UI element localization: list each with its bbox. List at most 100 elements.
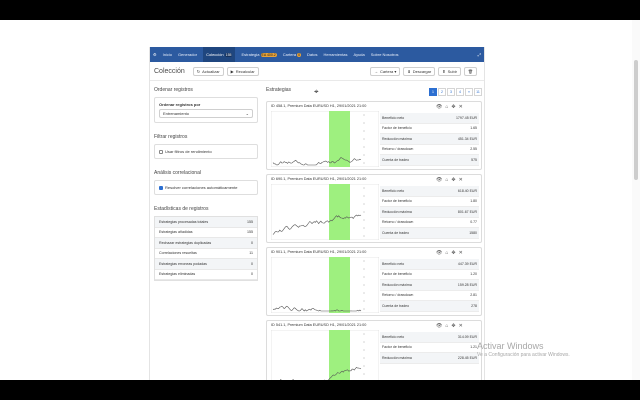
metric-row: Retorno / drawdown 2.81 <box>380 291 479 301</box>
download-icon: ⬇ <box>407 68 411 74</box>
page-button[interactable]: 2 <box>438 88 446 96</box>
scroll-thumb[interactable] <box>634 60 638 180</box>
metric-value: 1.65 <box>470 126 477 131</box>
nav-datos[interactable]: Datos <box>307 52 317 57</box>
metric-value: 575 <box>471 157 477 162</box>
card-actions: 👁 ⌂ ✥ ✕ <box>436 177 463 183</box>
actualizar-label: Actualizar <box>202 68 220 74</box>
home-icon[interactable]: ⌂ <box>445 104 448 110</box>
analisis-checkbox[interactable]: Resolver correlaciones automáticamente <box>159 185 253 190</box>
nav-sobre[interactable]: Sobre Nosotros <box>371 52 399 57</box>
analisis-title: Análisis correlacional <box>154 170 201 176</box>
left-panel: Ordenar registros Ordenar registros por … <box>154 87 258 281</box>
metrics-table: Beneficio neto 314.09 EUR Factor de benef… <box>380 332 479 364</box>
move-icon[interactable]: ✥ <box>451 177 455 183</box>
recalcular-button[interactable]: ▶ Recalcular <box>226 66 259 76</box>
nav-inicio[interactable]: Inicio <box>163 52 172 57</box>
strategy-title: ID 901.1, Premium Data EURUSD H1, 29/01/… <box>271 250 367 254</box>
play-icon: ▶ <box>230 68 234 74</box>
stats-label: Estrategias eliminadas <box>159 272 196 277</box>
move-icon[interactable]: ✥ <box>451 323 455 329</box>
close-icon[interactable]: ✕ <box>459 177 463 183</box>
filtrar-checkbox-box[interactable] <box>159 149 163 154</box>
stats-value: 0 <box>251 272 253 277</box>
page-button[interactable]: 4 <box>456 88 464 96</box>
eye-icon[interactable]: 👁 <box>436 250 442 256</box>
windows-watermark: Activar Windows Ve a Configuración para … <box>477 341 570 358</box>
metric-label: Factor de beneficio <box>382 272 412 277</box>
home-icon[interactable]: ⌂ <box>445 177 448 183</box>
metric-row: Cuenta de tradeo 278 <box>380 301 479 312</box>
page-button[interactable]: 1 <box>429 88 437 96</box>
nav-estrategia[interactable]: Estrategia EA 400.2 <box>241 52 277 57</box>
analisis-check-label: Resolver correlaciones automáticamente <box>165 185 238 190</box>
filtrar-checkbox[interactable]: Usar filtros de rendimiento <box>159 149 253 154</box>
screen: ⚙ Inicio Generador Colección 155 Estrateg… <box>0 20 640 380</box>
metric-label: Beneficio neto <box>382 261 405 266</box>
metric-value: 1797.45 EUR <box>455 115 477 120</box>
metrics-table: Beneficio neto 618.40 EUR Factor de benef… <box>380 186 479 239</box>
delete-button[interactable]: 🗑 <box>463 66 477 76</box>
strategy-card[interactable]: ID 690.1, Premium Data EURUSD H1, 29/01/… <box>266 174 482 243</box>
strategy-title: ID 458.1, Premium Data EURUSD H1, 29/01/… <box>271 104 367 108</box>
metric-label: Cuenta de tradeo <box>382 230 410 235</box>
analisis-panel: Resolver correlaciones automáticamente <box>154 180 258 195</box>
stats-title: Estadísticas de registros <box>154 206 209 212</box>
actualizar-button[interactable]: ↻ Actualizar <box>192 66 224 76</box>
eye-icon[interactable]: 👁 <box>436 177 442 183</box>
card-actions: 👁 ⌂ ✥ ✕ <box>436 323 463 329</box>
nav-datos-label: Datos <box>307 52 318 57</box>
descargar-label: Descargar <box>412 68 432 74</box>
close-icon[interactable]: ✕ <box>459 104 463 110</box>
move-icon[interactable]: ✥ <box>451 250 455 256</box>
stats-label: Estrategias procesadas totales <box>159 219 209 224</box>
settings-icon[interactable]: ⚙ <box>153 52 157 57</box>
eye-icon[interactable]: 👁 <box>436 323 442 329</box>
strategy-card[interactable]: ID 541.1, Premium Data EURUSD H1, 29/01/… <box>266 320 482 380</box>
home-icon[interactable]: ⌂ <box>445 323 448 329</box>
ordenar-select[interactable]: Entrenamiento ⌄ <box>159 109 253 118</box>
card-actions: 👁 ⌂ ✥ ✕ <box>436 104 463 110</box>
nav-generador[interactable]: Generador <box>178 52 197 57</box>
trash-icon: 🗑 <box>467 68 473 74</box>
ordenar-title: Ordenar registros <box>154 87 193 93</box>
metric-row: Beneficio neto 618.40 EUR <box>380 186 479 197</box>
page-button[interactable]: 3 <box>447 88 455 96</box>
page-scrollbar[interactable] <box>632 20 640 380</box>
subir-label: Subir <box>447 68 457 74</box>
metric-value: 2.55 <box>470 147 477 152</box>
out-of-sample-band <box>329 257 350 313</box>
metrics-table: Beneficio neto 1797.45 EUR Factor de bene… <box>380 113 479 166</box>
metric-row: Retorno / drawdown 0.77 <box>380 218 479 228</box>
nav-herramientas[interactable]: Herramientas <box>323 52 347 57</box>
stats-table: Estrategias procesadas totales 155 Estrat… <box>154 216 258 281</box>
home-icon[interactable]: ⌂ <box>445 250 448 256</box>
metric-row: Factor de beneficio 1.65 <box>380 124 479 134</box>
strategy-card[interactable]: ID 901.1, Premium Data EURUSD H1, 29/01/… <box>266 247 482 316</box>
metric-row: Retorno / drawdown 2.55 <box>380 145 479 155</box>
metric-label: Reducción máxima <box>382 136 412 141</box>
expand-icon[interactable]: ⤢ <box>478 52 481 57</box>
strategy-title: ID 690.1, Premium Data EURUSD H1, 29/01/… <box>271 177 367 181</box>
page-last-button[interactable]: 11 <box>474 88 482 96</box>
stats-row: Estrategias procesadas totales 155 <box>155 217 257 228</box>
descargar-button[interactable]: ⬇ Descargar <box>403 66 436 76</box>
nav-cartera[interactable]: Cartera 0 <box>283 52 302 57</box>
watermark-subtitle: Ve a Configuración para activar Windows. <box>477 352 570 358</box>
strategies-title: Estrategias <box>266 87 292 93</box>
close-icon[interactable]: ✕ <box>459 323 463 329</box>
strategy-card[interactable]: ID 458.1, Premium Data EURUSD H1, 29/01/… <box>266 101 482 170</box>
page-next-button[interactable]: » <box>465 88 473 96</box>
metrics-table: Beneficio neto 447.39 EUR Factor de benef… <box>380 259 479 312</box>
subir-button[interactable]: ⬆ Subir <box>438 66 461 76</box>
cartera-button[interactable]: → Cartera ▾ <box>369 66 401 76</box>
nav-coleccion[interactable]: Colección 155 <box>203 47 236 62</box>
eye-icon[interactable]: 👁 <box>436 104 442 110</box>
metric-label: Reducción máxima <box>382 209 412 214</box>
analisis-checkbox-box[interactable] <box>159 185 163 190</box>
close-icon[interactable]: ✕ <box>459 250 463 256</box>
nav-ayuda[interactable]: Ayuda <box>353 52 364 57</box>
metric-row: Reducción máxima 451.34 EUR <box>380 134 479 145</box>
nav-inicio-label: Inicio <box>162 52 172 57</box>
move-icon[interactable]: ✥ <box>451 104 455 110</box>
